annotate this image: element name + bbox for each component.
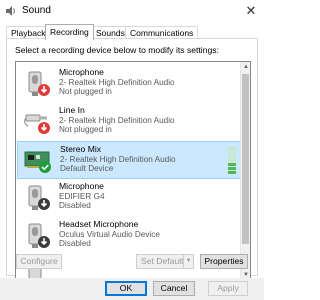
tab-recording[interactable]: Recording <box>45 24 94 40</box>
device-name: Microphone <box>59 67 104 77</box>
properties-button[interactable]: Properties <box>200 254 248 269</box>
device-status: Not plugged in <box>59 87 112 97</box>
close-icon: ✕ <box>245 3 257 18</box>
list-item[interactable]: Line In 2- Realtek High Definition Audio… <box>17 103 241 141</box>
device-status: Disabled <box>59 239 91 249</box>
microphone-icon <box>28 71 50 96</box>
device-name: Headset Microphone <box>59 219 139 229</box>
title-bar: Sound ✕ <box>0 0 264 22</box>
list-item[interactable]: Headset Microphone Oculus Virtual Audio … <box>17 217 241 255</box>
device-driver: Oculus Virtual Audio Device <box>59 229 160 239</box>
window-title: Sound <box>22 5 51 16</box>
device-list-scrollbar[interactable]: ▲ ▼ <box>240 62 250 280</box>
device-status: Default Device <box>60 164 114 174</box>
device-driver: EDIFIER G4 <box>59 191 105 201</box>
scroll-thumb[interactable] <box>242 74 249 244</box>
instruction-text: Select a recording device below to modif… <box>15 45 219 55</box>
configure-button[interactable]: Configure <box>16 254 62 269</box>
device-driver: 2- Realtek High Definition Audio <box>59 115 175 125</box>
apply-button[interactable]: Apply <box>208 281 248 296</box>
set-default-label: Set Default <box>141 256 184 266</box>
device-name: Stereo Mix <box>60 144 102 154</box>
list-item[interactable]: Microphone EDIFIER G4 Disabled <box>17 179 241 217</box>
list-item-selected[interactable]: Stereo Mix 2- Realtek High Definition Au… <box>17 141 241 179</box>
set-default-button[interactable]: Set Default ▼ <box>136 254 194 269</box>
cancel-button[interactable]: Cancel <box>153 281 195 296</box>
level-meter <box>228 147 236 175</box>
scroll-up-icon[interactable]: ▲ <box>241 62 250 72</box>
chevron-down-icon[interactable]: ▼ <box>183 255 193 268</box>
close-button[interactable]: ✕ <box>238 0 264 22</box>
microphone-icon <box>28 185 50 210</box>
ok-button[interactable]: OK <box>105 281 147 296</box>
line-in-icon <box>24 114 50 134</box>
check-green-badge <box>39 161 51 173</box>
sound-card-icon <box>24 151 51 173</box>
device-name: Line In <box>59 105 85 115</box>
device-list: Microphone 2- Realtek High Definition Au… <box>15 61 251 281</box>
speaker-icon <box>6 6 15 16</box>
list-item[interactable]: Microphone 2- Realtek High Definition Au… <box>17 65 241 103</box>
device-status: Disabled <box>59 201 91 211</box>
device-name: Microphone <box>59 181 104 191</box>
microphone-icon <box>28 223 50 248</box>
recording-panel: Select a recording device below to modif… <box>6 38 258 281</box>
device-driver: 2- Realtek High Definition Audio <box>59 77 175 87</box>
device-driver: 2- Realtek High Definition Audio <box>60 154 176 164</box>
device-status: Not plugged in <box>59 125 112 135</box>
